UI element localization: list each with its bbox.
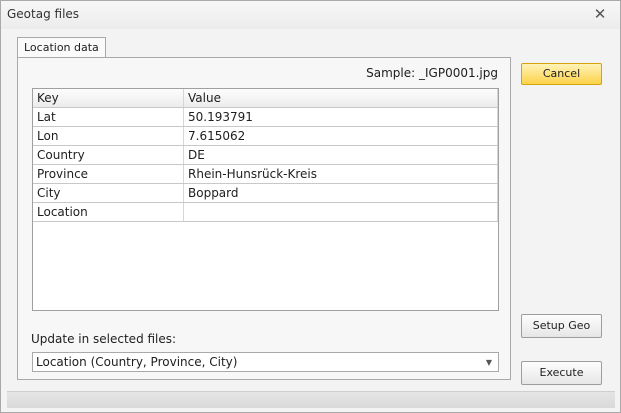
location-table: Key Value Lat 50.193791 Lon 7.615062 Cou…: [33, 89, 498, 222]
location-data-panel: Sample: _IGP0001.jpg Key Value Lat 50.19…: [17, 57, 511, 380]
cell-key: Location: [33, 202, 184, 222]
cell-value[interactable]: 7.615062: [183, 126, 498, 146]
cell-key: Country: [33, 145, 184, 165]
cell-key: Lon: [33, 126, 184, 146]
setup-geo-button[interactable]: Setup Geo: [521, 314, 602, 338]
update-fields-selected-value: Location (Country, Province, City): [36, 355, 238, 369]
window-title: Geotag files: [7, 7, 80, 21]
table-row[interactable]: Country DE: [33, 145, 498, 165]
table-row[interactable]: Lon 7.615062: [33, 126, 498, 146]
column-header-key[interactable]: Key: [33, 89, 184, 108]
status-bar: [7, 391, 615, 408]
cell-key: Lat: [33, 107, 184, 127]
tab-location-data[interactable]: Location data: [17, 37, 106, 58]
location-grid[interactable]: Key Value Lat 50.193791 Lon 7.615062 Cou…: [32, 88, 499, 311]
update-files-label: Update in selected files:: [31, 332, 177, 346]
cell-value[interactable]: DE: [183, 145, 498, 165]
execute-button[interactable]: Execute: [521, 361, 602, 385]
cancel-button[interactable]: Cancel: [521, 63, 602, 85]
table-row[interactable]: Location: [33, 202, 498, 222]
update-fields-select[interactable]: Location (Country, Province, City) ▼: [32, 352, 499, 372]
table-row[interactable]: Province Rhein-Hunsrück-Kreis: [33, 164, 498, 184]
column-header-value[interactable]: Value: [183, 89, 498, 108]
table-row[interactable]: City Boppard: [33, 183, 498, 203]
cell-value[interactable]: Boppard: [183, 183, 498, 203]
cell-key: City: [33, 183, 184, 203]
cell-value[interactable]: 50.193791: [183, 107, 498, 127]
cell-value[interactable]: Rhein-Hunsrück-Kreis: [183, 164, 498, 184]
sample-filename: Sample: _IGP0001.jpg: [366, 66, 498, 80]
geotag-dialog: Geotag files ✕ Location data Sample: _IG…: [0, 0, 621, 413]
close-icon[interactable]: ✕: [592, 6, 608, 22]
cell-key: Province: [33, 164, 184, 184]
table-row[interactable]: Lat 50.193791: [33, 107, 498, 127]
table-header-row: Key Value: [33, 89, 498, 108]
cell-value[interactable]: [183, 202, 498, 222]
chevron-down-icon[interactable]: ▼: [486, 354, 492, 372]
title-bar: Geotag files ✕: [1, 1, 620, 29]
